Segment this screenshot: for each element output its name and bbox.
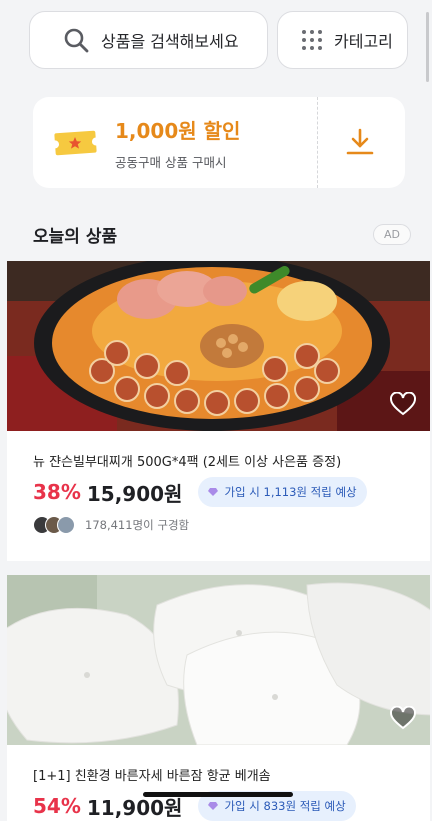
pillow-image [7, 575, 430, 745]
coupon-divider [317, 97, 318, 188]
discount-rate: 38% [33, 480, 81, 504]
ticket-icon [54, 130, 97, 155]
coupon-banner[interactable]: 1,000원 할인 공동구매 상품 구매시 [33, 97, 405, 188]
ad-badge[interactable]: AD [373, 224, 411, 245]
avatar-group [33, 516, 75, 534]
heart-icon[interactable] [390, 392, 416, 416]
product-title[interactable]: [1+1] 친환경 바른자세 바른잠 항균 베개솜 [33, 765, 271, 784]
home-indicator[interactable] [143, 792, 293, 797]
search-input[interactable]: 상품을 검색해보세요 [29, 11, 268, 69]
product-image[interactable] [7, 261, 430, 431]
product-card[interactable]: 뉴 쟌슨빌부대찌개 500G*4팩 (2세트 이상 사은품 증정) 38% 15… [7, 261, 430, 561]
price-row: 38% 15,900원 가입 시 1,113원 적립 예상 [33, 477, 367, 507]
coupon-amount: 1,000원 할인 [115, 118, 241, 143]
product-title[interactable]: 뉴 쟌슨빌부대찌개 500G*4팩 (2세트 이상 사은품 증정) [33, 451, 341, 470]
section-header: 오늘의 상품 AD [33, 222, 411, 247]
product-card[interactable]: [1+1] 친환경 바른자세 바른잠 항균 베개솜 54% 11,900원 가입… [7, 575, 430, 821]
heart-icon[interactable] [390, 706, 416, 730]
coupon-description: 공동구매 상품 구매시 [115, 154, 227, 170]
discount-rate: 54% [33, 794, 81, 818]
download-icon[interactable] [345, 127, 375, 157]
category-label: 카테고리 [334, 32, 393, 51]
section-title: 오늘의 상품 [33, 227, 118, 247]
product-price: 15,900원 [86, 481, 183, 506]
search-icon [64, 28, 89, 53]
app-screen: 상품을 검색해보세요 카테고리 1,000원 할인 공동구매 상품 구매시 오늘… [0, 0, 432, 821]
buyer-count: 178,411명이 구경함 [33, 516, 189, 534]
scrollbar[interactable] [426, 12, 429, 82]
stew-pot-image [7, 261, 430, 431]
grid-icon [302, 30, 322, 50]
product-image[interactable] [7, 575, 430, 745]
category-button[interactable]: 카테고리 [277, 11, 408, 69]
top-bar: 상품을 검색해보세요 카테고리 [29, 11, 408, 69]
gem-icon [208, 802, 219, 810]
buyer-count-text: 178,411명이 구경함 [85, 518, 190, 532]
search-placeholder: 상품을 검색해보세요 [101, 32, 239, 51]
reward-badge: 가입 시 1,113원 적립 예상 [198, 477, 367, 507]
reward-text: 가입 시 1,113원 적립 예상 [224, 485, 357, 499]
avatar [57, 516, 75, 534]
reward-text: 가입 시 833원 적립 예상 [224, 799, 346, 813]
gem-icon [208, 488, 219, 496]
